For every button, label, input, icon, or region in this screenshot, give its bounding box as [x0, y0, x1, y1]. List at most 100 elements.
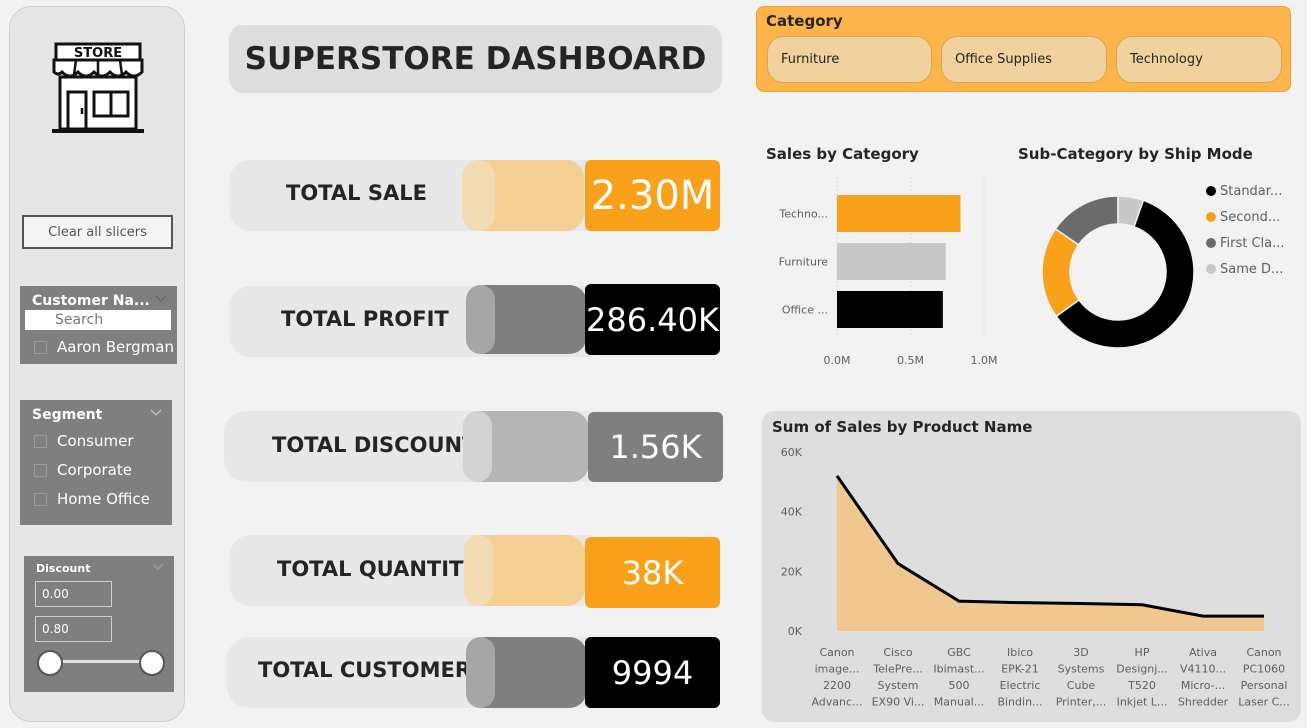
category-option-furniture[interactable]: Furniture: [767, 36, 932, 83]
segment-slicer: Segment Consumer Corporate Home Office: [20, 400, 172, 525]
kpi-bar-highlight: [462, 160, 495, 231]
kpi-value: 9994: [585, 637, 720, 708]
legend-label: First Cla...: [1220, 235, 1285, 251]
discount-max-input[interactable]: 0.80: [35, 616, 112, 642]
customer-name-slicer: Customer Na... Aaron Bergman: [20, 286, 177, 364]
kpi-value: 2.30M: [585, 160, 720, 231]
x-tick-label: Ativa: [1189, 646, 1217, 659]
kpi-bar-highlight: [466, 285, 495, 354]
x-tick-label: Designj...: [1116, 663, 1168, 676]
x-tick-label: image...: [815, 663, 860, 676]
x-tick-label: 0.5M: [897, 354, 924, 367]
y-tick-label: 60K: [781, 446, 803, 459]
x-tick-label: 3D: [1073, 646, 1088, 659]
category-option-technology[interactable]: Technology: [1116, 36, 1282, 83]
y-tick-label: Office ...: [782, 304, 828, 317]
category-slicer: Category Furniture Office Supplies Techn…: [756, 6, 1291, 92]
x-tick-label: 1.0M: [971, 354, 998, 367]
bar[interactable]: [837, 291, 943, 328]
customer-item[interactable]: Aaron Bergman: [34, 338, 174, 356]
x-tick-label: Cisco: [883, 646, 913, 659]
store-icon: STORE: [52, 42, 144, 133]
category-option-office-supplies[interactable]: Office Supplies: [941, 36, 1107, 83]
kpi-label: TOTAL DISCOUNT: [272, 433, 477, 457]
checkbox[interactable]: [34, 492, 47, 506]
discount-min-input[interactable]: 0.00: [35, 581, 112, 607]
x-tick-label: TelePre...: [872, 663, 922, 676]
x-tick-label: Inkjet L...: [1117, 696, 1168, 709]
legend-item[interactable]: Standar...: [1206, 178, 1302, 204]
kpi-bar-highlight: [463, 411, 492, 482]
x-tick-label: Ibimast...: [933, 663, 984, 676]
kpi-label: TOTAL CUSTOMERS: [258, 658, 487, 682]
x-tick-label: Systems: [1058, 663, 1105, 676]
x-tick-label: Micro-...: [1181, 679, 1225, 692]
discount-slicer: Discount 0.00 0.80: [24, 556, 174, 692]
x-tick-label: EPK-21: [1001, 663, 1039, 676]
sales-by-category-title: Sales by Category: [766, 145, 919, 163]
legend-label: Same D...: [1220, 261, 1284, 277]
discount-slider-max-handle[interactable]: [139, 650, 165, 676]
x-tick-label: Bindin...: [997, 696, 1042, 709]
x-tick-label: GBC: [947, 646, 971, 659]
x-tick-label: 2200: [823, 679, 851, 692]
segment-item-corporate[interactable]: Corporate: [34, 461, 132, 479]
checkbox[interactable]: [34, 434, 47, 448]
sales-by-category-chart: 0.0M 0.5M 1.0M Techno... Furniture Office ...: [778, 178, 998, 367]
chevron-down-icon[interactable]: [152, 563, 164, 571]
x-tick-label: Canon: [819, 646, 854, 659]
x-tick-label: T520: [1127, 679, 1156, 692]
ship-mode-donut: [1041, 195, 1195, 349]
x-tick-label: Advanc...: [811, 696, 862, 709]
x-tick-label: Shredder: [1178, 696, 1229, 709]
kpi-bar-highlight: [466, 637, 495, 708]
discount-slider-min-handle[interactable]: [37, 650, 63, 676]
legend-marker: [1206, 264, 1216, 274]
kpi-bar-highlight: [464, 535, 493, 606]
x-tick-label: Printer,...: [1056, 696, 1107, 709]
discount-slicer-title: Discount: [36, 562, 91, 575]
checkbox[interactable]: [34, 463, 47, 477]
chevron-down-icon[interactable]: [150, 409, 162, 417]
x-tick-label: Laser C...: [1238, 696, 1290, 709]
legend-item[interactable]: Same D...: [1206, 256, 1302, 282]
ship-mode-legend: Standar... Second... First Cla... Same D...: [1206, 178, 1302, 282]
y-tick-label: Furniture: [779, 256, 829, 269]
area-fill: [837, 475, 1264, 631]
customer-search-input[interactable]: [25, 310, 171, 330]
y-tick-label: 20K: [781, 565, 803, 578]
segment-slicer-title: Segment: [32, 407, 103, 423]
x-tick-label: PC1060: [1243, 663, 1285, 676]
kpi-value: 286.40K: [585, 284, 720, 355]
chevron-down-icon[interactable]: [155, 295, 167, 303]
page-title: SUPERSTORE DASHBOARD: [229, 25, 722, 93]
sales-by-product-title: Sum of Sales by Product Name: [772, 418, 1033, 436]
segment-item-label: Home Office: [57, 490, 150, 508]
x-tick-label: Ibico: [1007, 646, 1033, 659]
bar[interactable]: [837, 243, 946, 280]
kpi-value: 1.56K: [588, 412, 723, 482]
kpi-label: TOTAL QUANTITY: [277, 557, 479, 581]
kpi-value: 38K: [585, 537, 720, 608]
discount-slider-track[interactable]: [50, 660, 150, 663]
legend-label: Second...: [1220, 209, 1281, 225]
x-tick-label: 500: [949, 679, 970, 692]
kpi-label: TOTAL SALE: [286, 181, 427, 205]
legend-item[interactable]: Second...: [1206, 204, 1302, 230]
x-tick-label: V4110...: [1180, 663, 1226, 676]
segment-item-label: Consumer: [57, 432, 134, 450]
x-tick-label: Electric: [1000, 679, 1041, 692]
segment-item-consumer[interactable]: Consumer: [34, 432, 134, 450]
legend-marker: [1206, 186, 1216, 196]
legend-marker: [1206, 212, 1216, 222]
kpi-label: TOTAL PROFIT: [281, 307, 449, 331]
clear-all-slicers-button[interactable]: Clear all slicers: [22, 215, 173, 249]
bar[interactable]: [837, 195, 961, 232]
legend-label: Standar...: [1220, 183, 1283, 199]
x-tick-label: 0.0M: [824, 354, 851, 367]
y-tick-label: 40K: [781, 506, 803, 519]
segment-item-home-office[interactable]: Home Office: [34, 490, 150, 508]
legend-item[interactable]: First Cla...: [1206, 230, 1302, 256]
ship-mode-title: Sub-Category by Ship Mode: [1018, 145, 1253, 163]
checkbox[interactable]: [34, 340, 47, 354]
